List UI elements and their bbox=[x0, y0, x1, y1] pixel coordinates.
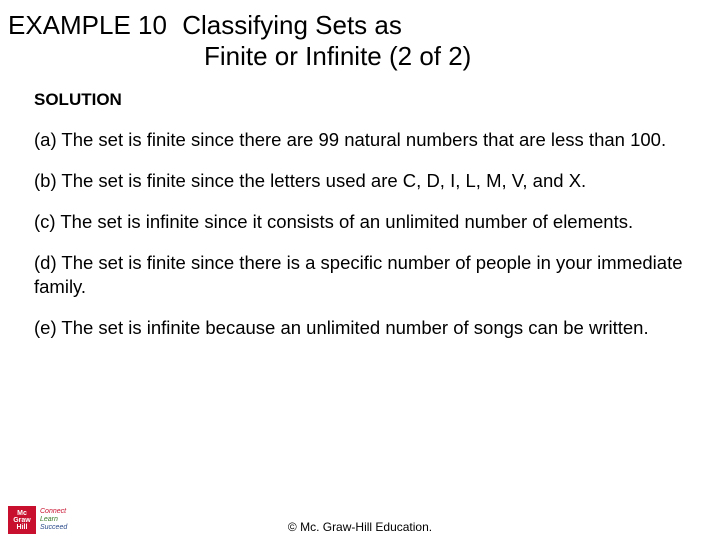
title-main: Classifying Sets as bbox=[182, 10, 402, 40]
solution-heading: SOLUTION bbox=[34, 90, 686, 110]
slide-title-block: EXAMPLE 10 Classifying Sets as Finite or… bbox=[0, 0, 720, 72]
title-line-1: EXAMPLE 10 Classifying Sets as bbox=[8, 10, 720, 41]
content-area: SOLUTION (a) The set is finite since the… bbox=[0, 72, 720, 339]
logo-text-mc: Mc bbox=[17, 510, 27, 517]
paragraph-c: (c) The set is infinite since it consist… bbox=[34, 210, 686, 233]
paragraph-d: (d) The set is finite since there is a s… bbox=[34, 251, 686, 297]
tagline-connect: Connect bbox=[40, 508, 67, 516]
paragraph-b: (b) The set is finite since the letters … bbox=[34, 169, 686, 192]
example-label: EXAMPLE 10 bbox=[8, 10, 167, 40]
copyright-footer: © Mc. Graw-Hill Education. bbox=[0, 520, 720, 534]
title-line-2: Finite or Infinite (2 of 2) bbox=[204, 41, 720, 72]
paragraph-a: (a) The set is finite since there are 99… bbox=[34, 128, 686, 151]
paragraph-e: (e) The set is infinite because an unlim… bbox=[34, 316, 686, 339]
